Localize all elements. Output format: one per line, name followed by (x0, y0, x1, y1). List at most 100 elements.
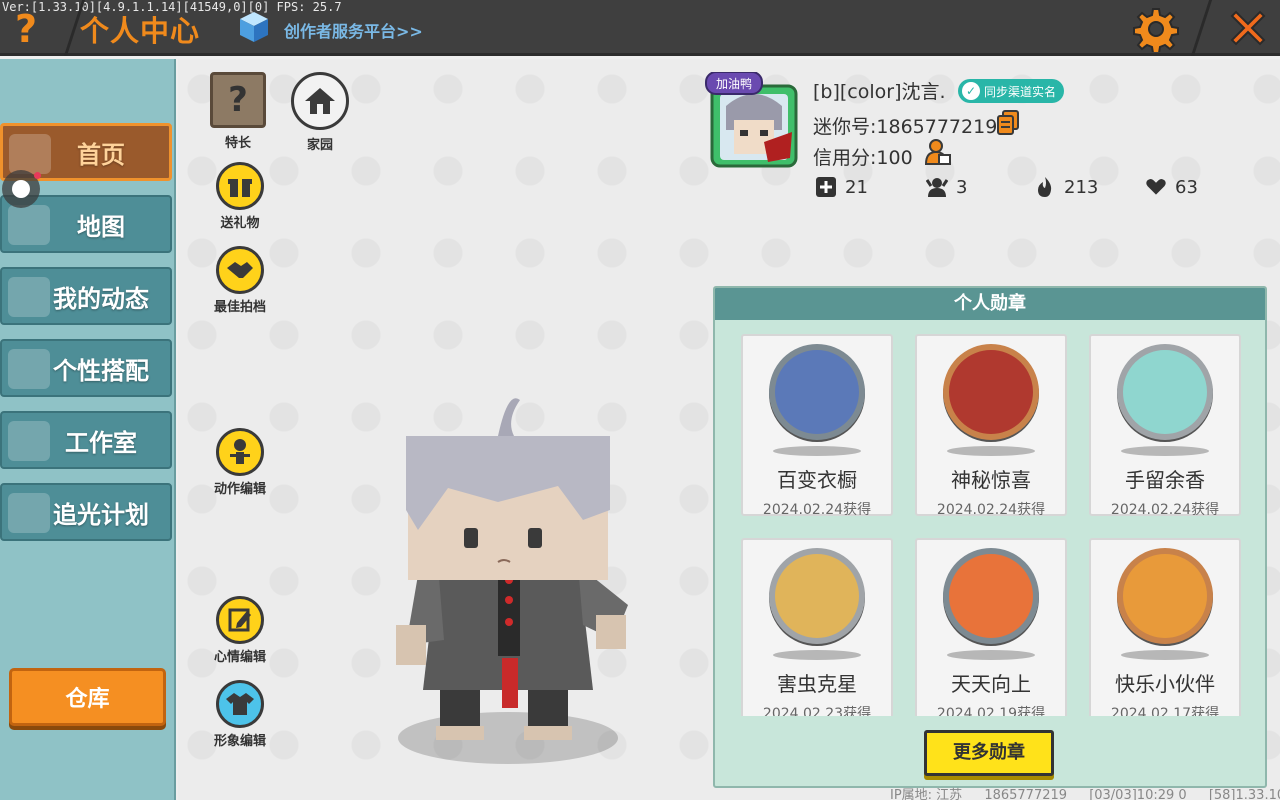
best-partner-button[interactable]: 最佳拍档 (204, 246, 276, 315)
pest-buster-medal-icon (769, 548, 865, 644)
profile-name: [b][color]沈言. (813, 81, 946, 103)
popularity-count: 213 (1064, 176, 1099, 198)
handshake-icon (216, 246, 264, 294)
more-badges-button[interactable]: 更多勋章 (924, 730, 1054, 776)
top-bar: Ver:[1.33.10][4.9.1.1.14][41549,0][0] FP… (0, 0, 1280, 56)
floating-toggle-button[interactable] (2, 170, 41, 208)
question-box-icon: ? (210, 72, 266, 128)
badge-date: 2024.02.24获得 (1110, 502, 1220, 518)
popularity-stat[interactable]: 213 (1034, 176, 1098, 198)
medal-shadow (1121, 446, 1209, 456)
look-edit-button[interactable]: 形象编辑 (204, 680, 276, 749)
credit-user-icon[interactable] (924, 138, 952, 166)
badge-date: 2024.02.23获得 (762, 706, 872, 716)
medal-shadow (1121, 650, 1209, 660)
sidebar-item-feed[interactable]: 我的动态 (0, 267, 172, 325)
mini-id: 迷你号:1865777219 (813, 116, 998, 138)
footer-version: [58]1.33.10 (1208, 788, 1280, 800)
home-button[interactable]: 家园 (284, 72, 356, 153)
badge-name: 手留余香 (1125, 468, 1205, 492)
medal-shadow (947, 650, 1035, 660)
sidebar-item-outfit[interactable]: 个性搭配 (0, 339, 172, 397)
sidebar-item-label: 地图 (77, 212, 125, 241)
badge-name: 神秘惊喜 (951, 468, 1031, 492)
bell-icon (8, 277, 50, 317)
footer-mini-id: 1865777219 (984, 788, 1068, 800)
ip-location: IP属地: 江苏 (890, 788, 963, 800)
heart-icon (1146, 178, 1166, 195)
sidebar-item-label: 工作室 (65, 428, 137, 457)
close-icon[interactable] (1224, 4, 1272, 52)
medal-shadow (773, 446, 861, 456)
studio-icon (8, 421, 50, 461)
fragrance-medal-icon (1117, 344, 1213, 440)
page-title: 个人中心 (80, 14, 201, 48)
light-plan-icon (8, 493, 50, 533)
credit-score: 信用分:100 (813, 147, 913, 169)
sidebar-item-studio[interactable]: 工作室 (0, 411, 172, 469)
badge-grid[interactable]: 百变衣橱 2024.02.24获得 神秘惊喜 2024.02.24获得 手留余香… (715, 320, 1265, 716)
house-icon (9, 134, 51, 174)
creator-cube-icon[interactable] (238, 10, 270, 44)
action-edit-button[interactable]: 动作编辑 (204, 428, 276, 497)
friends-stat[interactable]: 21 (815, 176, 868, 198)
badge-card[interactable]: 神秘惊喜 2024.02.24获得 (915, 334, 1067, 518)
badge-date: 2024.02.19获得 (936, 706, 1046, 716)
best-partner-label: 最佳拍档 (213, 300, 266, 315)
sidebar-item-label: 我的动态 (53, 284, 149, 313)
daily-progress-medal-icon (943, 548, 1039, 644)
badge-card[interactable]: 天天向上 2024.02.19获得 (915, 538, 1067, 716)
talent-label: 特长 (224, 136, 251, 151)
house-icon (291, 72, 349, 130)
home-label: 家园 (306, 138, 333, 153)
map-icon (8, 205, 50, 245)
medal-shadow (947, 446, 1035, 456)
gear-icon[interactable] (1133, 6, 1179, 52)
badge-panel-title: 个人勋章 (715, 288, 1265, 320)
avatar[interactable]: 加油鸭 (704, 72, 802, 170)
send-gift-label: 送礼物 (220, 216, 260, 231)
sidebar-item-label: 追光计划 (53, 500, 149, 529)
badge-name: 快乐小伙伴 (1115, 672, 1215, 696)
creator-platform-link[interactable]: 创作者服务平台>> (284, 18, 423, 42)
badge-card[interactable]: 害虫克星 2024.02.23获得 (741, 538, 893, 716)
footer-time: [03/03]10:29 0 (1089, 788, 1187, 800)
mystery-gift-medal-icon (943, 344, 1039, 440)
shirt-icon (216, 680, 264, 728)
mood-edit-label: 心情编辑 (213, 650, 266, 665)
help-button[interactable]: ? (6, 6, 46, 51)
footer-info: IP属地: 江苏 1865777219 [03/03]10:29 0 [58]1… (890, 784, 1280, 800)
copy-icon[interactable] (996, 110, 1020, 136)
friends-count: 21 (845, 176, 868, 198)
user-check-icon: ✓ (962, 82, 980, 100)
badge-card[interactable]: 快乐小伙伴 2024.02.17获得 (1089, 538, 1241, 716)
fans-count: 3 (956, 176, 968, 198)
gift-icon (216, 162, 264, 210)
look-edit-label: 形象编辑 (213, 734, 266, 749)
sidebar-item-label: 个性搭配 (53, 356, 149, 385)
badge-card[interactable]: 手留余香 2024.02.24获得 (1089, 334, 1241, 518)
edit-pencil-icon (216, 596, 264, 644)
badge-date: 2024.02.24获得 (762, 502, 872, 518)
badge-name: 害虫克星 (777, 672, 857, 696)
likes-stat[interactable]: 63 (1145, 176, 1198, 198)
mood-edit-button[interactable]: 心情编辑 (204, 596, 276, 665)
badge-date: 2024.02.17获得 (1110, 706, 1220, 716)
action-figure-icon (216, 428, 264, 476)
badge-date: 2024.02.24获得 (936, 502, 1046, 518)
badge-name: 天天向上 (951, 672, 1031, 696)
send-gift-button[interactable]: 送礼物 (204, 162, 276, 231)
warehouse-button[interactable]: 仓库 (9, 668, 166, 726)
likes-count: 63 (1175, 176, 1198, 198)
realname-badge-label: 同步渠道实名 (984, 84, 1057, 99)
sidebar-item-label: 首页 (77, 140, 125, 169)
player-character-model[interactable] (378, 390, 638, 770)
badge-card[interactable]: 百变衣橱 2024.02.24获得 (741, 334, 893, 518)
realname-sync-badge[interactable]: ✓ 同步渠道实名 (958, 79, 1065, 103)
fans-icon (926, 178, 948, 197)
fans-stat[interactable]: 3 (926, 176, 967, 198)
talent-button[interactable]: ? 特长 (202, 72, 274, 151)
sidebar-item-light-plan[interactable]: 追光计划 (0, 483, 172, 541)
badge-panel: 个人勋章 百变衣橱 2024.02.24获得 神秘惊喜 2024.02.24获得… (713, 286, 1267, 788)
outfit-icon (8, 349, 50, 389)
